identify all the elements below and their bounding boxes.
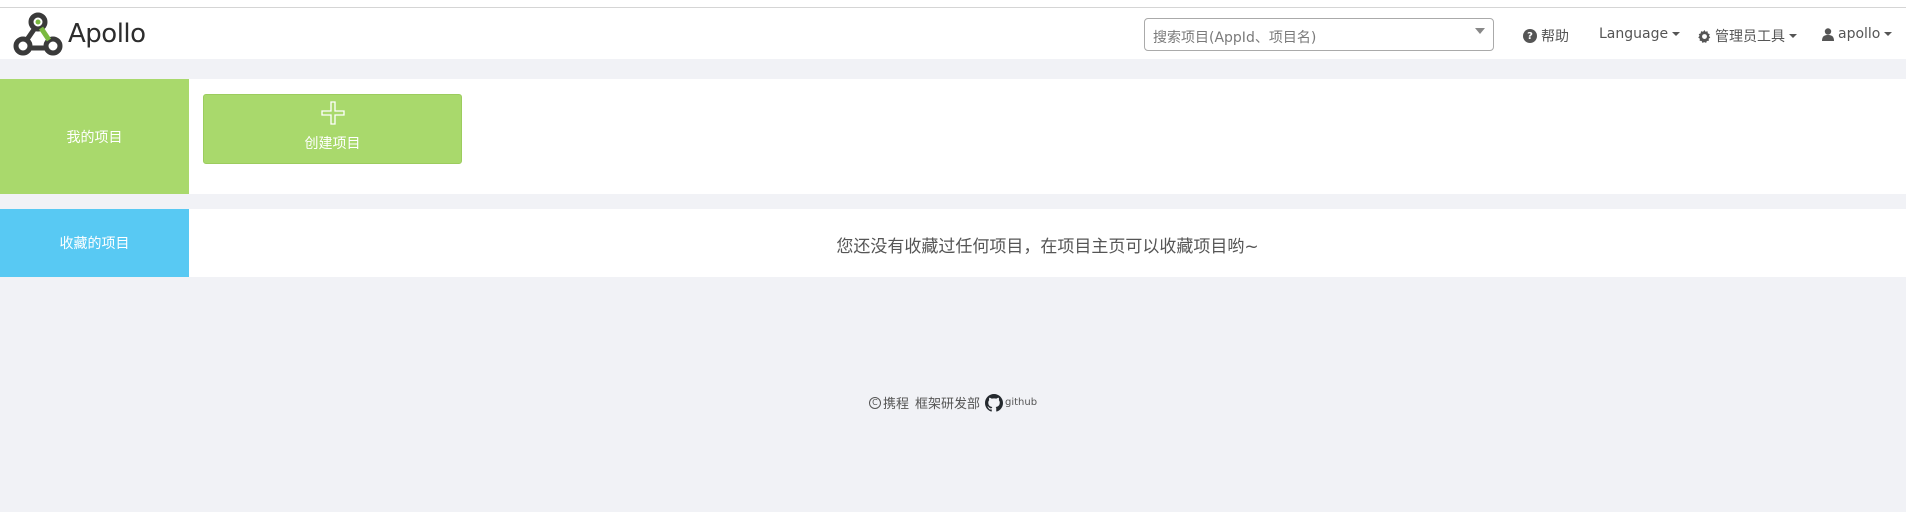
create-project-label: 创建项目 — [304, 136, 361, 152]
brand-link[interactable]: Apollo — [13, 11, 146, 57]
navbar: Apollo 搜索项目(AppId、项目名) ? 帮助 Language 管理员… — [0, 8, 1906, 59]
footer: C 携程 框架研发部 github — [0, 393, 1906, 412]
copyright-icon: C — [868, 396, 881, 409]
language-label: Language — [1599, 26, 1669, 42]
favorites-label: 收藏的项目 — [0, 209, 189, 277]
github-link[interactable]: github — [1005, 397, 1037, 408]
username-label: apollo — [1838, 26, 1881, 42]
chevron-down-icon — [1475, 28, 1485, 34]
apollo-logo-icon — [13, 12, 63, 56]
search-placeholder: 搜索项目(AppId、项目名) — [1153, 30, 1317, 46]
footer-department: 框架研发部 — [914, 397, 980, 412]
admin-tools-label: 管理员工具 — [1715, 29, 1785, 45]
my-projects-section: 我的项目 创建项目 — [0, 79, 1906, 194]
admin-tools-dropdown[interactable]: 管理员工具 — [1698, 26, 1797, 46]
gear-icon — [1698, 29, 1711, 43]
caret-down-icon — [1789, 34, 1797, 38]
create-project-button[interactable]: 创建项目 — [203, 94, 462, 164]
help-link[interactable]: ? 帮助 — [1523, 26, 1569, 46]
top-border — [0, 0, 1906, 8]
github-icon[interactable] — [984, 393, 1003, 412]
caret-down-icon — [1672, 32, 1681, 36]
language-dropdown[interactable]: Language — [1599, 26, 1681, 42]
project-search-select[interactable]: 搜索项目(AppId、项目名) — [1144, 18, 1494, 51]
user-dropdown[interactable]: apollo — [1822, 26, 1893, 42]
question-circle-icon: ? — [1523, 29, 1537, 43]
brand-name: Apollo — [68, 19, 146, 49]
favorites-section: 收藏的项目 您还没有收藏过任何项目，在项目主页可以收藏项目哟~ — [0, 209, 1906, 277]
caret-down-icon — [1884, 32, 1893, 36]
my-projects-label: 我的项目 — [0, 79, 189, 194]
footer-company: 携程 — [882, 397, 909, 412]
help-label: 帮助 — [1541, 29, 1569, 45]
user-icon — [1822, 27, 1834, 41]
plus-icon — [321, 101, 345, 125]
favorites-empty-message: 您还没有收藏过任何项目，在项目主页可以收藏项目哟~ — [836, 237, 1259, 257]
